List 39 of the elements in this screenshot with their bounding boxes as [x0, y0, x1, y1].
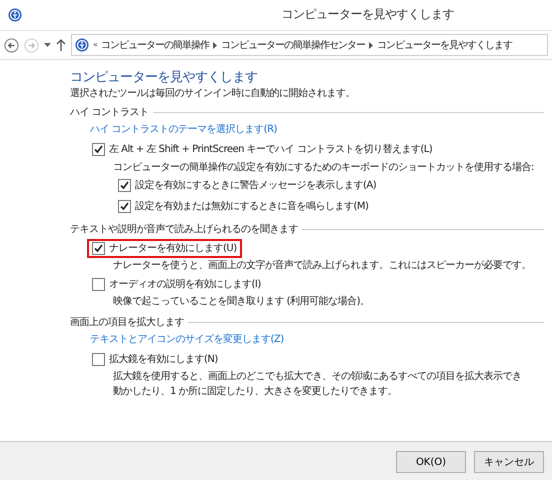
checkbox[interactable]	[118, 178, 131, 192]
link[interactable]: ハイ コントラストのテーマを選択します(R)	[90, 122, 544, 136]
accessibility-icon	[75, 38, 89, 52]
checkbox-label[interactable]: 設定を有効にするときに警告メッセージを表示します(A)	[135, 178, 376, 192]
checkbox[interactable]	[92, 352, 105, 366]
overflow-chevron[interactable]: «	[93, 40, 97, 50]
breadcrumb-item[interactable]: コンピューターの簡単操作	[100, 38, 209, 52]
description-text: 映像で起こっていることを聞き取ります (利用可能な場合)。	[113, 294, 370, 308]
address-bar[interactable]: « コンピューターの簡単操作 コンピューターの簡単操作センター コンピューターを見やすくします	[71, 34, 548, 56]
checkbox[interactable]	[92, 142, 105, 156]
subtitle-text: 選択されたツールは毎回のサインイン時に自動的に開始されます。	[70, 86, 356, 100]
checkbox-label[interactable]: ナレーターを有効にします(U)	[109, 242, 237, 255]
checkbox-label[interactable]: 拡大鏡を有効にします(N)	[109, 352, 218, 366]
checkbox[interactable]	[92, 242, 105, 255]
checkbox-label[interactable]: オーディオの説明を有効にします(I)	[109, 278, 261, 291]
checkbox-label[interactable]: 設定を有効または無効にするときに音を鳴らします(M)	[135, 200, 368, 213]
dropdown-icon[interactable]	[44, 42, 51, 48]
section-title: 画面上の項目を拡大します	[70, 316, 184, 329]
checkbox[interactable]	[92, 278, 105, 291]
chevron-icon[interactable]	[368, 42, 373, 48]
checkbox-label[interactable]: 左 Alt + 左 Shift + PrintScreen キーでハイ コントラストを切り替えます(L)	[109, 142, 432, 156]
page-heading: コンピューターを見やすくします	[70, 70, 258, 87]
back-icon[interactable]	[4, 38, 19, 52]
section-title: テキストや説明が音声で読み上げられるのを聞きます	[70, 222, 298, 236]
description-text: 動かしたり、1 か所に固定したり、大きさを変更したりできます。	[113, 384, 398, 398]
chevron-icon[interactable]	[212, 42, 217, 48]
description-text: ナレーターを使うと、画面上の文字が音声で読み上げられます。これにはスピーカーが必要です。	[113, 258, 532, 272]
checkbox[interactable]	[118, 200, 131, 213]
breadcrumb-item[interactable]: コンピューターの簡単操作センター	[220, 38, 365, 52]
section-title: ハイ コントラスト	[70, 106, 149, 119]
note-text: コンピューターの簡単操作の設定を有効にするためのキーボードのショートカットを使用する場合:	[113, 160, 535, 174]
accessibility-icon	[8, 8, 22, 22]
dialog-button[interactable]: キャンセル	[474, 451, 544, 473]
up-arrow-icon[interactable]	[56, 39, 66, 51]
breadcrumb-item[interactable]: コンピューターを見やすくします	[376, 38, 512, 52]
window-title: コンピューターを見やすくします	[280, 7, 455, 23]
description-text: 拡大鏡を使用すると、画面上のどこでも拡大でき、その領域にあるすべての項目を拡大表示でき	[113, 370, 522, 383]
dialog-button[interactable]: OK(O)	[396, 451, 466, 473]
link[interactable]: テキストとアイコンのサイズを変更します(Z)	[90, 332, 544, 346]
